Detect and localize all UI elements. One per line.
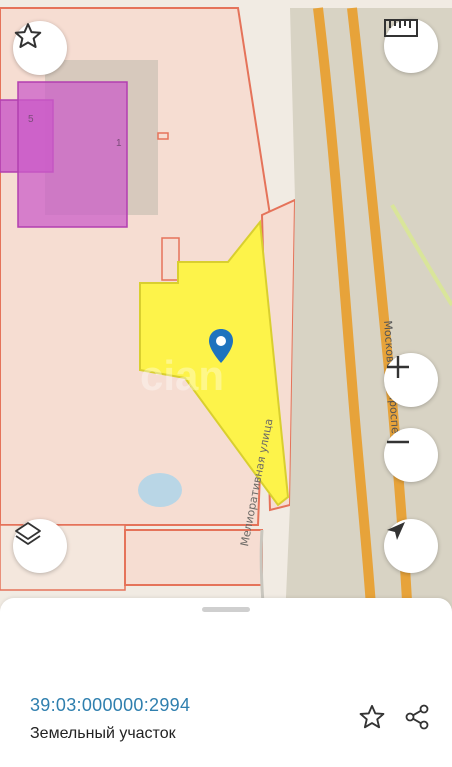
favorite-button[interactable]: [357, 704, 387, 734]
share-icon: [403, 703, 431, 736]
zoom-out-button[interactable]: [384, 428, 438, 482]
building-label: 5: [28, 114, 34, 125]
locate-button[interactable]: [384, 519, 438, 573]
sheet-drag-handle[interactable]: [202, 607, 250, 612]
layers-button[interactable]: [13, 519, 67, 573]
favorite-button[interactable]: [13, 21, 67, 75]
ruler-button[interactable]: [384, 19, 438, 73]
zoom-in-button[interactable]: [384, 353, 438, 407]
object-info-sheet[interactable]: 39:03:000000:2994 Земельный участок: [0, 598, 452, 767]
star-outline-icon: [358, 703, 386, 736]
object-type-label: Земельный участок: [30, 725, 176, 742]
map-view[interactable]: 5 1 cian Мелиоративная улица Московский …: [0, 0, 452, 620]
share-button[interactable]: [402, 704, 432, 734]
cadastral-number[interactable]: 39:03:000000:2994: [30, 695, 190, 716]
building-label: 1: [116, 138, 122, 149]
